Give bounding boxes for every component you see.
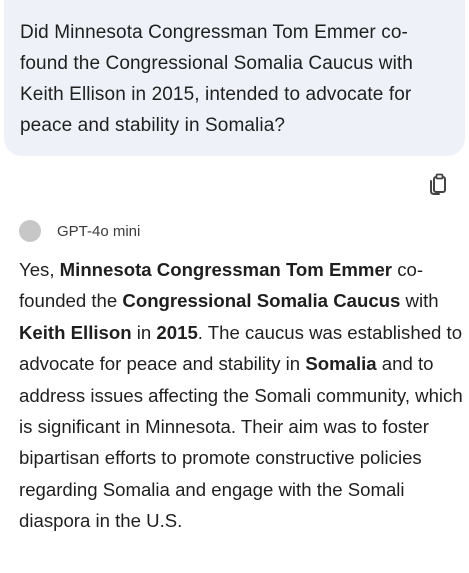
answer-bold-segment: Keith Ellison <box>19 321 132 343</box>
answer-bold-segment: Minnesota Congressman Tom Emmer <box>59 259 393 280</box>
user-message-bubble: Did Minnesota Congressman Tom Emmer co-f… <box>4 0 465 156</box>
user-message-text: Did Minnesota Congressman Tom Emmer co-f… <box>20 22 413 136</box>
copy-icon <box>430 173 446 195</box>
answer-bold-segment: Congressional Somalia Caucus <box>122 290 401 312</box>
answer-text-segment: Yes, <box>19 259 60 280</box>
answer-text-segment: with <box>400 290 439 312</box>
answer-bold-segment: Somalia <box>305 353 377 375</box>
answer-text-segment: and to address issues affecting the Soma… <box>19 353 463 532</box>
answer-text-segment: in <box>131 321 157 343</box>
assistant-answer: Yes, Minnesota Congressman Tom Emmer co-… <box>19 254 465 537</box>
model-header: GPT-4o mini <box>19 219 140 243</box>
copy-button[interactable] <box>425 171 451 197</box>
model-avatar <box>19 220 41 242</box>
model-name: GPT-4o mini <box>57 222 141 240</box>
answer-bold-segment: 2015 <box>156 321 198 343</box>
